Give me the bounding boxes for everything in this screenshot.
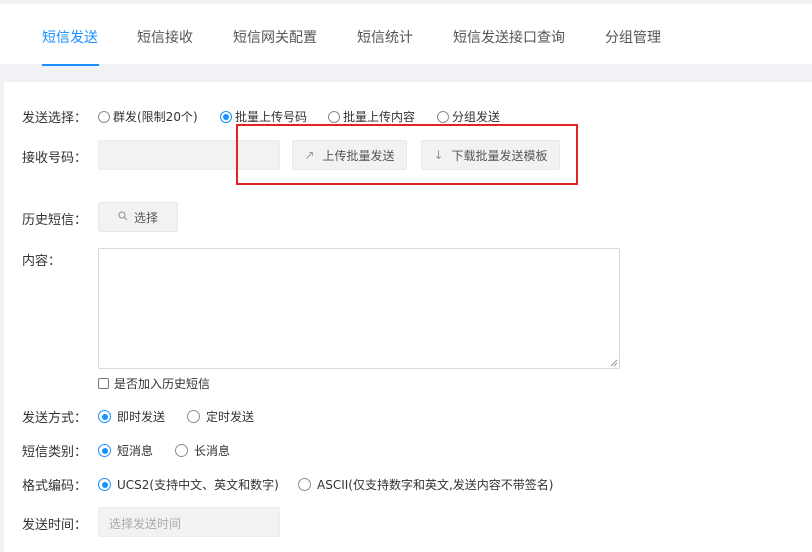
radio-button[interactable] bbox=[187, 410, 200, 423]
tab-sms-send[interactable]: 短信发送 bbox=[42, 27, 98, 47]
radio-button[interactable] bbox=[98, 110, 110, 123]
radio-button[interactable] bbox=[437, 110, 449, 123]
radio-label: 定时发送 bbox=[206, 410, 255, 424]
radio-label: 批量上传内容 bbox=[343, 110, 416, 124]
radio-label: 分组发送 bbox=[452, 110, 501, 124]
radio-group-send-by-group[interactable]: 分组发送 bbox=[437, 108, 500, 125]
history-select-button[interactable]: 选择 bbox=[98, 202, 178, 232]
radio-long-message[interactable]: 长消息 bbox=[175, 442, 230, 459]
radio-button[interactable] bbox=[98, 410, 111, 423]
tab-send-api-query[interactable]: 短信发送接口查询 bbox=[453, 27, 565, 47]
active-tab-indicator bbox=[42, 64, 99, 66]
tab-group-management[interactable]: 分组管理 bbox=[605, 27, 661, 47]
radio-scheduled-send[interactable]: 定时发送 bbox=[187, 408, 254, 425]
radio-group-send[interactable]: 群发(限制20个) bbox=[98, 108, 198, 125]
add-to-history-checkbox[interactable]: 是否加入历史短信 bbox=[98, 375, 210, 392]
send-time-input[interactable]: 选择发送时间 bbox=[98, 507, 280, 537]
radio-label: UCS2(支持中文、英文和数字) bbox=[117, 478, 279, 492]
history-sms-label: 历史短信： bbox=[22, 213, 88, 228]
checkbox-label: 是否加入历史短信 bbox=[114, 377, 211, 391]
send-time-placeholder: 选择发送时间 bbox=[109, 517, 182, 531]
search-icon bbox=[118, 210, 128, 224]
tab-bar: 短信发送 短信接收 短信网关配置 短信统计 短信发送接口查询 分组管理 bbox=[0, 4, 812, 66]
radio-label: 长消息 bbox=[194, 444, 231, 458]
highlight-box bbox=[236, 124, 578, 185]
radio-batch-upload-numbers[interactable]: 批量上传号码 bbox=[220, 108, 307, 125]
tab-sms-stats[interactable]: 短信统计 bbox=[357, 27, 413, 47]
encoding-label: 格式编码： bbox=[22, 479, 88, 494]
receive-number-label: 接收号码： bbox=[22, 151, 88, 166]
radio-batch-upload-content[interactable]: 批量上传内容 bbox=[328, 108, 415, 125]
content-textarea[interactable] bbox=[98, 248, 620, 369]
send-time-label: 发送时间： bbox=[22, 518, 88, 533]
radio-button[interactable] bbox=[175, 444, 188, 457]
radio-label: 群发(限制20个) bbox=[113, 110, 198, 124]
radio-label: 短消息 bbox=[117, 444, 154, 458]
radio-short-message[interactable]: 短消息 bbox=[98, 442, 153, 459]
send-mode-label: 发送方式： bbox=[22, 411, 88, 426]
tab-sms-receive[interactable]: 短信接收 bbox=[137, 27, 193, 47]
radio-ascii[interactable]: ASCII(仅支持数字和英文,发送内容不带签名) bbox=[298, 476, 553, 493]
resize-handle-icon[interactable] bbox=[610, 359, 618, 367]
radio-button[interactable] bbox=[98, 478, 111, 491]
radio-ucs2[interactable]: UCS2(支持中文、英文和数字) bbox=[98, 476, 279, 493]
radio-button[interactable] bbox=[328, 110, 340, 123]
radio-button[interactable] bbox=[98, 444, 111, 457]
content-label: 内容： bbox=[22, 254, 62, 269]
sms-type-label: 短信类别： bbox=[22, 445, 88, 460]
radio-button[interactable] bbox=[298, 478, 311, 491]
send-choice-label: 发送选择： bbox=[22, 111, 88, 126]
radio-label: ASCII(仅支持数字和英文,发送内容不带签名) bbox=[317, 478, 554, 492]
radio-label: 批量上传号码 bbox=[235, 110, 308, 124]
tab-gateway-config[interactable]: 短信网关配置 bbox=[233, 27, 317, 47]
radio-button[interactable] bbox=[220, 110, 232, 123]
checkbox-box[interactable] bbox=[98, 378, 109, 389]
radio-instant-send[interactable]: 即时发送 bbox=[98, 408, 165, 425]
history-select-label: 选择 bbox=[133, 210, 158, 225]
radio-label: 即时发送 bbox=[117, 410, 166, 424]
